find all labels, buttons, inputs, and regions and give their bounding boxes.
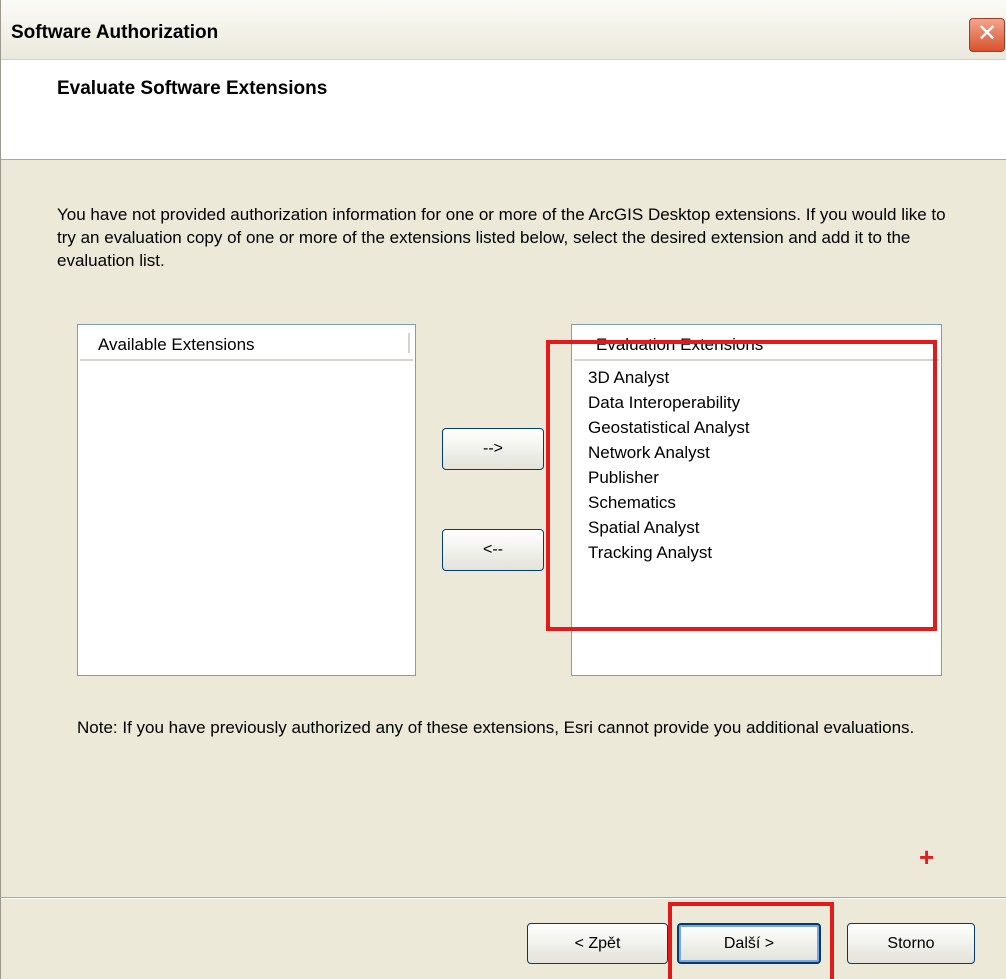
cancel-button[interactable]: Storno xyxy=(847,923,975,964)
evaluation-extensions-list[interactable]: Evaluation Extensions 3D Analyst Data Int… xyxy=(571,324,942,676)
window-title: Software Authorization xyxy=(11,22,219,43)
intro-text: You have not provided authorization info… xyxy=(57,205,946,270)
available-extensions-list[interactable]: Available Extensions xyxy=(77,324,416,676)
close-button[interactable]: ✕ xyxy=(969,18,1005,52)
wizard-header: Evaluate Software Extensions xyxy=(1,60,1006,160)
list-item[interactable]: Data Interoperability xyxy=(588,390,750,415)
column-divider[interactable] xyxy=(408,333,410,353)
available-list-header-label: Available Extensions xyxy=(98,335,255,354)
plus-marker: + xyxy=(919,842,935,872)
list-item[interactable]: 3D Analyst xyxy=(588,365,750,390)
list-item[interactable]: Network Analyst xyxy=(588,440,750,465)
list-item[interactable]: Geostatistical Analyst xyxy=(588,415,750,440)
evaluation-list-header[interactable]: Evaluation Extensions xyxy=(574,327,939,361)
list-item[interactable]: Tracking Analyst xyxy=(588,540,750,565)
add-to-evaluation-button[interactable]: --> xyxy=(442,428,544,470)
note-text: Note: If you have previously authorized … xyxy=(77,718,915,737)
title-bar: Software Authorization ✕ xyxy=(1,0,1006,60)
page-title: Evaluate Software Extensions xyxy=(57,78,328,99)
list-item[interactable]: Publisher xyxy=(588,465,750,490)
authorization-dialog: Software Authorization ✕ Evaluate Softwa… xyxy=(0,0,1006,979)
next-button[interactable]: Další > xyxy=(677,923,821,964)
back-button[interactable]: < Zpět xyxy=(527,923,668,964)
available-list-header[interactable]: Available Extensions xyxy=(80,327,413,361)
evaluation-items: 3D Analyst Data Interoperability Geostatis… xyxy=(588,365,750,565)
footer-divider xyxy=(1,897,1006,899)
evaluation-list-header-label: Evaluation Extensions xyxy=(596,335,764,354)
list-item[interactable]: Spatial Analyst xyxy=(588,515,750,540)
remove-from-evaluation-button[interactable]: <-- xyxy=(442,529,544,571)
list-item[interactable]: Schematics xyxy=(588,490,750,515)
close-icon: ✕ xyxy=(976,20,998,47)
